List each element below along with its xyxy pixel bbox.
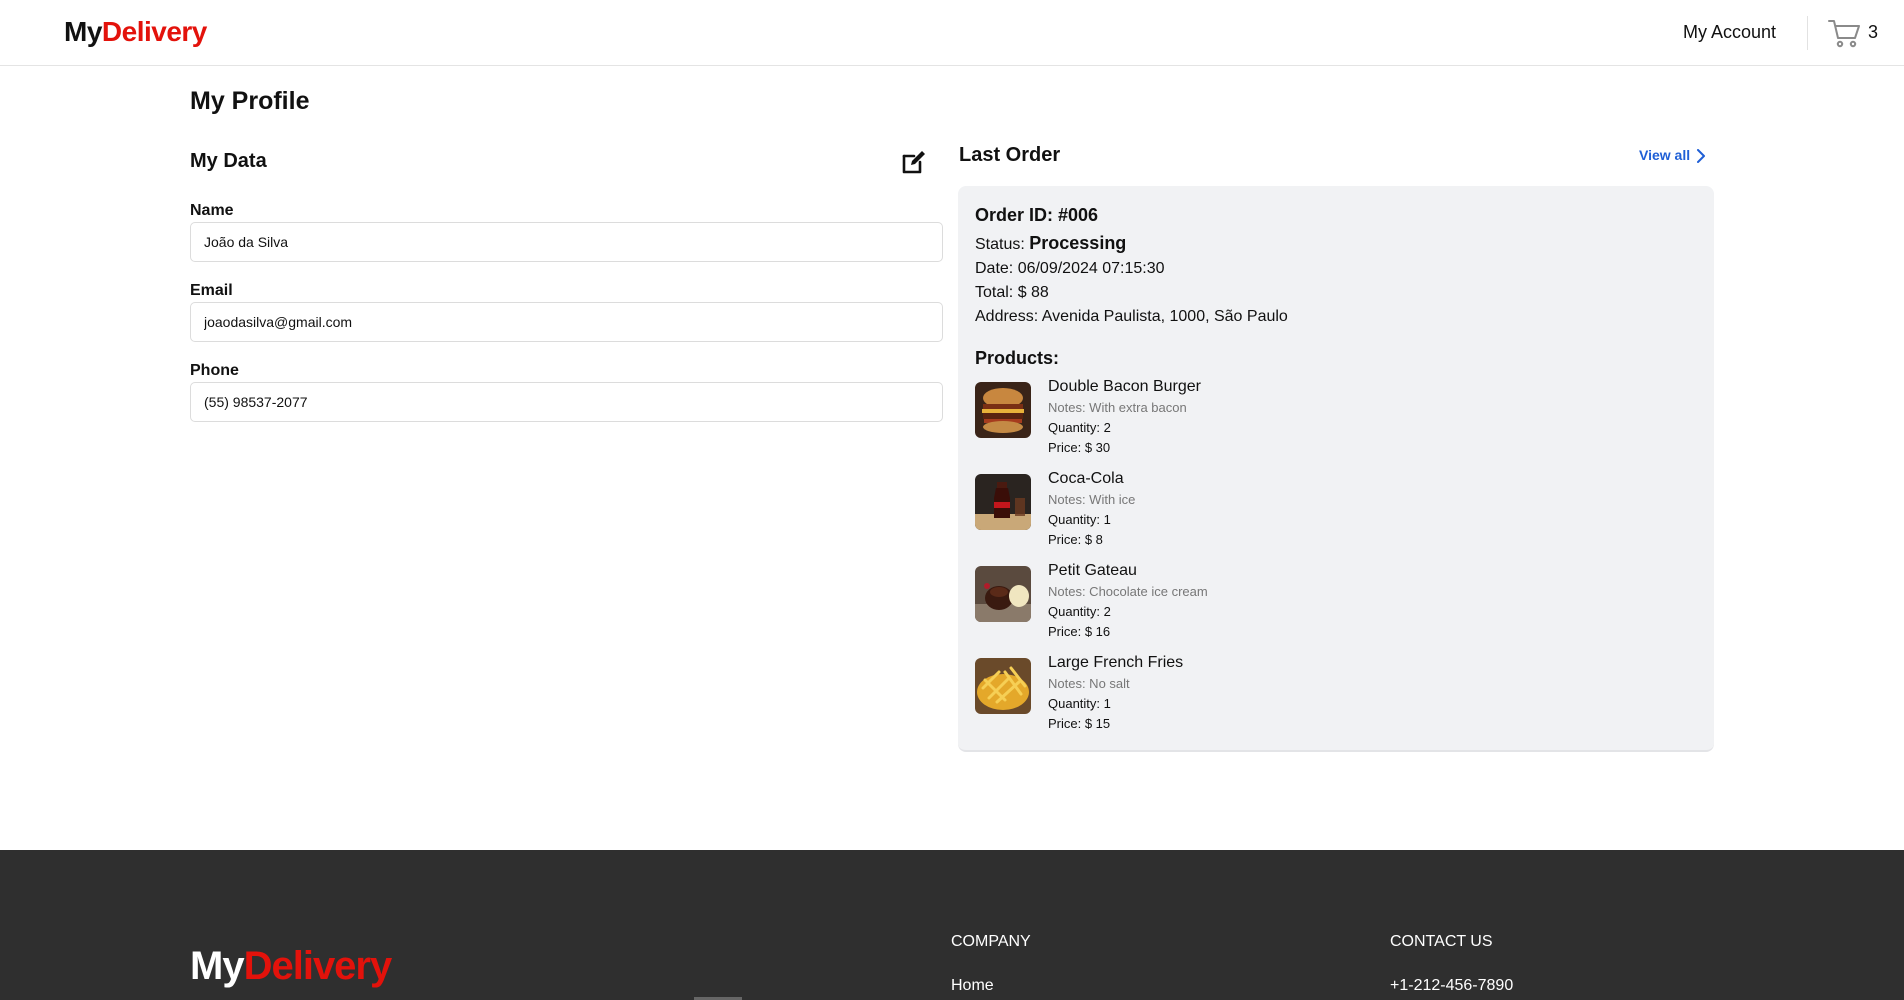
products-heading: Products: [975,348,1060,368]
product-notes: Notes: Chocolate ice cream [1048,584,1208,599]
my-data-heading: My Data [190,150,267,172]
header-divider [1807,16,1808,50]
product-price: Price: $ 8 [1048,532,1103,547]
product-price: Price: $ 16 [1048,624,1111,639]
site-footer: MyDelivery COMPANY Home CONTACT US +1-21… [0,850,1904,1000]
order-date: Date: 06/09/2024 07:15:30 [975,260,1165,277]
footer-phone-link[interactable]: +1-212-456-7890 [1390,977,1513,995]
petit-gateau-image [975,566,1031,622]
chevron-right-icon [1697,149,1706,164]
status-value: Processing [1029,233,1127,253]
cola-image [975,474,1031,530]
view-all-label: View all [1639,147,1691,163]
name-field[interactable] [190,222,943,262]
french-fries-image [975,658,1031,714]
product-quantity: Quantity: 1 [1048,696,1111,711]
product-name: Double Bacon Burger [1048,378,1201,395]
view-all-link[interactable]: View all [1639,147,1706,164]
product-price: Price: $ 15 [1048,716,1111,731]
my-account-link[interactable]: My Account [1683,22,1776,43]
brand-logo[interactable]: MyDelivery [64,16,207,48]
product-item: Double Bacon Burger Notes: With extra ba… [975,378,1675,458]
page-title: My Profile [190,87,310,115]
top-header: MyDelivery My Account 3 [0,0,1904,66]
footer-company-heading: COMPANY [951,933,1031,950]
order-id: Order ID: #006 [975,205,1099,225]
email-label: Email [190,282,233,299]
last-order-heading: Last Order [959,144,1061,166]
logo-text-delivery: Delivery [101,16,207,47]
footer-logo-text-my: My [190,944,245,988]
product-quantity: Quantity: 2 [1048,604,1111,619]
edit-icon[interactable] [900,148,928,176]
footer-logo-text-delivery: Delivery [243,944,393,988]
footer-logo[interactable]: MyDelivery [190,944,393,989]
product-name: Large French Fries [1048,654,1184,671]
burger-image [975,382,1031,438]
cart-count-badge: 3 [1868,22,1879,42]
order-address: Address: Avenida Paulista, 1000, São Pau… [975,308,1288,325]
product-notes: Notes: No salt [1048,676,1130,691]
product-notes: Notes: With extra bacon [1048,400,1187,415]
product-name: Coca-Cola [1048,470,1124,487]
footer-contact-heading: CONTACT US [1390,933,1493,950]
product-price: Price: $ 30 [1048,440,1111,455]
product-item: Coca-Cola Notes: With ice Quantity: 1 Pr… [975,470,1675,550]
order-status: Status: Processing [975,233,1126,254]
order-total: Total: $ 88 [975,284,1049,301]
name-label: Name [190,202,234,219]
product-item: Petit Gateau Notes: Chocolate ice cream … [975,562,1675,642]
last-order-card: Order ID: #006 Status: Processing Date: … [958,186,1714,752]
product-item: Large French Fries Notes: No salt Quanti… [975,654,1675,734]
product-quantity: Quantity: 1 [1048,512,1111,527]
footer-home-link[interactable]: Home [951,977,994,995]
product-notes: Notes: With ice [1048,492,1136,507]
status-label: Status: [975,236,1025,253]
email-field[interactable] [190,302,943,342]
product-quantity: Quantity: 2 [1048,420,1111,435]
cart-icon[interactable] [1828,18,1862,48]
product-name: Petit Gateau [1048,562,1137,579]
phone-label: Phone [190,362,239,379]
logo-text-my: My [64,16,102,47]
phone-field[interactable] [190,382,943,422]
